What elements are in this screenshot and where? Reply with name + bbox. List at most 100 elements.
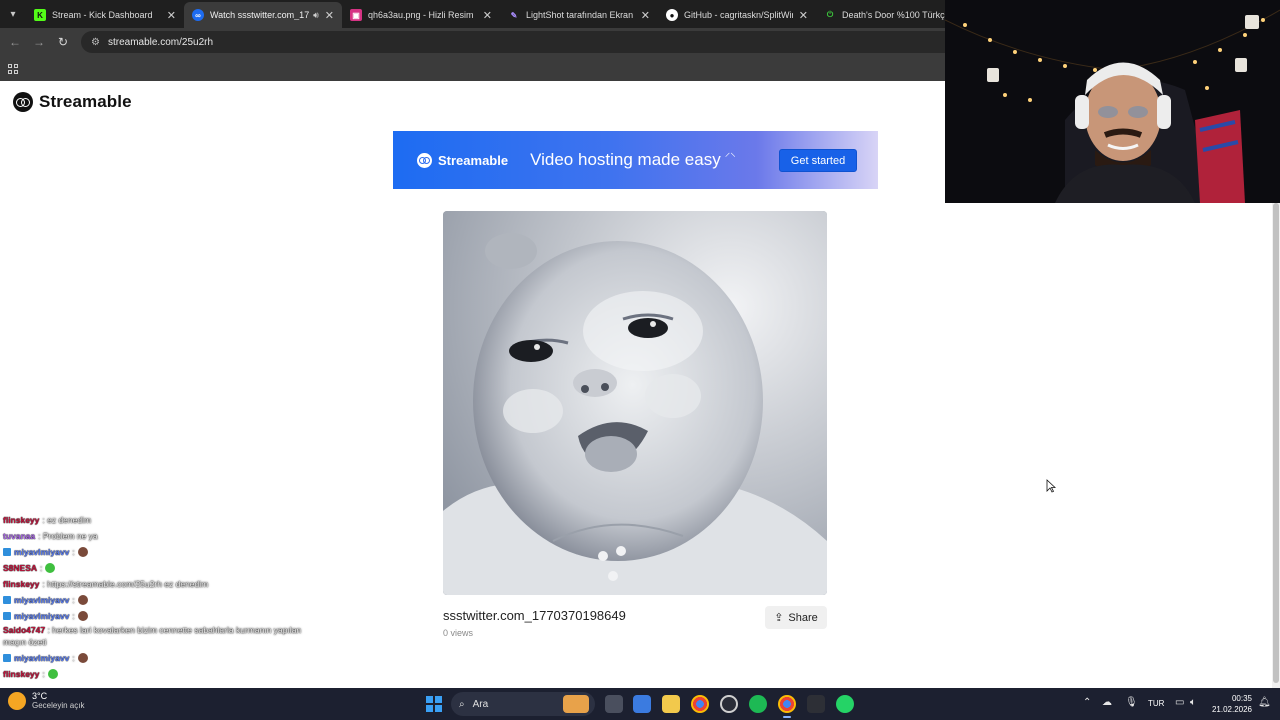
url-text: streamable.com/25u2rh: [107, 36, 214, 48]
close-icon[interactable]: ✕: [167, 9, 176, 22]
chat-text: :: [72, 611, 75, 621]
chat-text-block: Saido4747 : herkes lari kovalarken bizim…: [3, 624, 323, 648]
apps-grid-icon[interactable]: [8, 63, 18, 74]
obs-icon[interactable]: [720, 695, 738, 713]
mouse-cursor-icon: [1046, 479, 1056, 493]
notification-bell-icon[interactable]: 🔔︎: [1258, 697, 1271, 708]
share-button[interactable]: ⇪ Share: [765, 606, 827, 629]
network-icon[interactable]: ▭: [1175, 697, 1184, 708]
subscriber-badge-icon: [3, 612, 11, 620]
get-started-button[interactable]: Get started: [779, 149, 857, 172]
tab-title: Watch ssstwitter.com_1770: [210, 10, 310, 20]
system-clock[interactable]: 00:35 21.02.2026: [1208, 693, 1252, 715]
tab-kick-dashboard[interactable]: K Stream - Kick Dashboard ✕: [26, 2, 184, 28]
chat-username: miyavlmiyavv: [14, 547, 70, 557]
share-label: Share: [788, 611, 818, 624]
task-view-icon[interactable]: [605, 695, 623, 713]
green-emote-icon: [47, 669, 58, 679]
face-emote-icon: [77, 547, 88, 557]
video-title: ssstwitter.com_1770370198649: [443, 608, 626, 623]
promo-banner[interactable]: Streamable Video hosting made easy ⸝⸜ Ge…: [393, 131, 878, 189]
streamable-logo[interactable]: Streamable: [13, 92, 132, 112]
chevron-up-icon[interactable]: ⌃: [1083, 697, 1091, 708]
chat-message: S8NESA :: [3, 560, 343, 576]
speaker-icon[interactable]: 🔊︎: [313, 10, 319, 21]
chat-text: :: [72, 653, 75, 663]
clock-time: 00:35: [1231, 694, 1252, 703]
close-icon[interactable]: ✕: [325, 9, 334, 22]
microphone-icon[interactable]: 🎙︎: [1125, 697, 1138, 708]
tab-lightshot[interactable]: ✎ LightShot tarafından Ekran Görü ✕: [500, 2, 658, 28]
taskbar-search[interactable]: ⌕ Ara: [451, 692, 595, 716]
chat-message: miyavlmiyavv :: [3, 650, 343, 666]
epic-games-icon[interactable]: [807, 695, 825, 713]
weather-moon-icon: [8, 691, 26, 710]
chat-username: flinskeyy: [3, 515, 40, 525]
tab-github[interactable]: ● GitHub - cagritaskn/SplitWire-T ✕: [658, 2, 816, 28]
scrollbar-thumb[interactable]: [1273, 203, 1279, 683]
chat-message: miyavlmiyavv :: [3, 544, 343, 560]
weather-temp: 3°C: [32, 691, 48, 701]
weather-desc: Geceleyin açık: [32, 701, 85, 710]
chat-message: tuvanaa : Problem ne ya: [3, 528, 343, 544]
start-button[interactable]: [426, 696, 442, 712]
webcam-feed: [945, 0, 1280, 203]
banner-tagline: Video hosting made easy: [530, 150, 721, 169]
face-emote-icon: [77, 595, 88, 605]
tab-title: GitHub - cagritaskn/SplitWire-T: [684, 10, 793, 20]
sparkle-icon: ⸝⸜: [724, 146, 736, 159]
streamable-icon: ∞: [192, 9, 204, 21]
image-icon: ▣: [350, 9, 362, 21]
streamable-logo-icon: [13, 92, 33, 112]
share-icon: ⇪: [774, 612, 784, 624]
video-player[interactable]: [443, 211, 827, 595]
streamable-logo-icon: [417, 152, 432, 168]
chat-text: :: [42, 669, 45, 679]
subscriber-badge-icon: [3, 548, 11, 556]
stream-chat-overlay: flinskeyy : ez denedim tuvanaa : Problem…: [3, 512, 343, 682]
back-icon[interactable]: ←: [3, 35, 27, 49]
chat-username: miyavlmiyavv: [14, 595, 70, 605]
close-icon[interactable]: ✕: [641, 9, 650, 22]
feather-icon: ✎: [510, 10, 518, 20]
webcam-overlay: [945, 0, 1280, 203]
close-icon[interactable]: ✕: [799, 9, 808, 22]
screen: { "browser": { "tabs": [ {"title": "Stre…: [0, 0, 1280, 720]
weather-widget[interactable]: 3°C Geceleyin açık: [8, 691, 84, 710]
tab-search-button[interactable]: ▾: [0, 0, 26, 28]
kick-icon: K: [34, 9, 46, 21]
spotify-icon[interactable]: [749, 695, 767, 713]
chrome-icon[interactable]: [691, 695, 709, 713]
volume-icon[interactable]: 🔈︎: [1190, 697, 1196, 708]
view-count: 0 views: [443, 628, 474, 638]
subscriber-badge-icon: [3, 596, 11, 604]
chat-text: : Problem ne ya: [38, 531, 98, 541]
whatsapp-icon[interactable]: [836, 695, 854, 713]
brand-name: Streamable: [39, 92, 132, 111]
chat-username: flinskeyy: [3, 669, 40, 679]
face-emote-icon: [77, 653, 88, 663]
cloud-icon[interactable]: ☁: [1102, 697, 1112, 708]
chat-username: S8NESA: [3, 563, 38, 573]
chat-text: :: [40, 563, 43, 573]
site-info-icon[interactable]: ⚙: [91, 37, 100, 48]
banner-brand: Streamable: [438, 152, 509, 168]
chrome-profile-icon[interactable]: [778, 695, 796, 718]
input-language[interactable]: TUR: [1148, 699, 1164, 708]
reload-icon[interactable]: ↻: [51, 35, 75, 49]
tab-hizli-resim[interactable]: ▣ qh6a3au.png - Hizli Resim ✕: [342, 2, 500, 28]
chat-username: miyavlmiyavv: [14, 653, 70, 663]
windows-taskbar: 3°C Geceleyin açık ⌕ Ara ⌃ ☁ 🎙︎ TUR ▭ 🔈︎…: [0, 688, 1280, 720]
tab-streamable[interactable]: ∞ Watch ssstwitter.com_1770 🔊︎ ✕: [184, 2, 342, 28]
chat-text: :: [72, 547, 75, 557]
tab-title: Stream - Kick Dashboard: [52, 10, 153, 20]
chat-message: Saido4747 : herkes lari kovalarken bizim…: [3, 624, 343, 650]
microsoft-store-icon[interactable]: [633, 695, 651, 713]
address-bar[interactable]: ⚙ streamable.com/25u2rh: [81, 31, 961, 53]
close-icon[interactable]: ✕: [483, 9, 492, 22]
green-emote-icon: [45, 563, 56, 573]
forward-icon[interactable]: →: [27, 35, 51, 49]
search-highlight-icon: [563, 695, 589, 713]
chat-username: flinskeyy: [3, 579, 40, 589]
file-explorer-icon[interactable]: [662, 695, 680, 713]
